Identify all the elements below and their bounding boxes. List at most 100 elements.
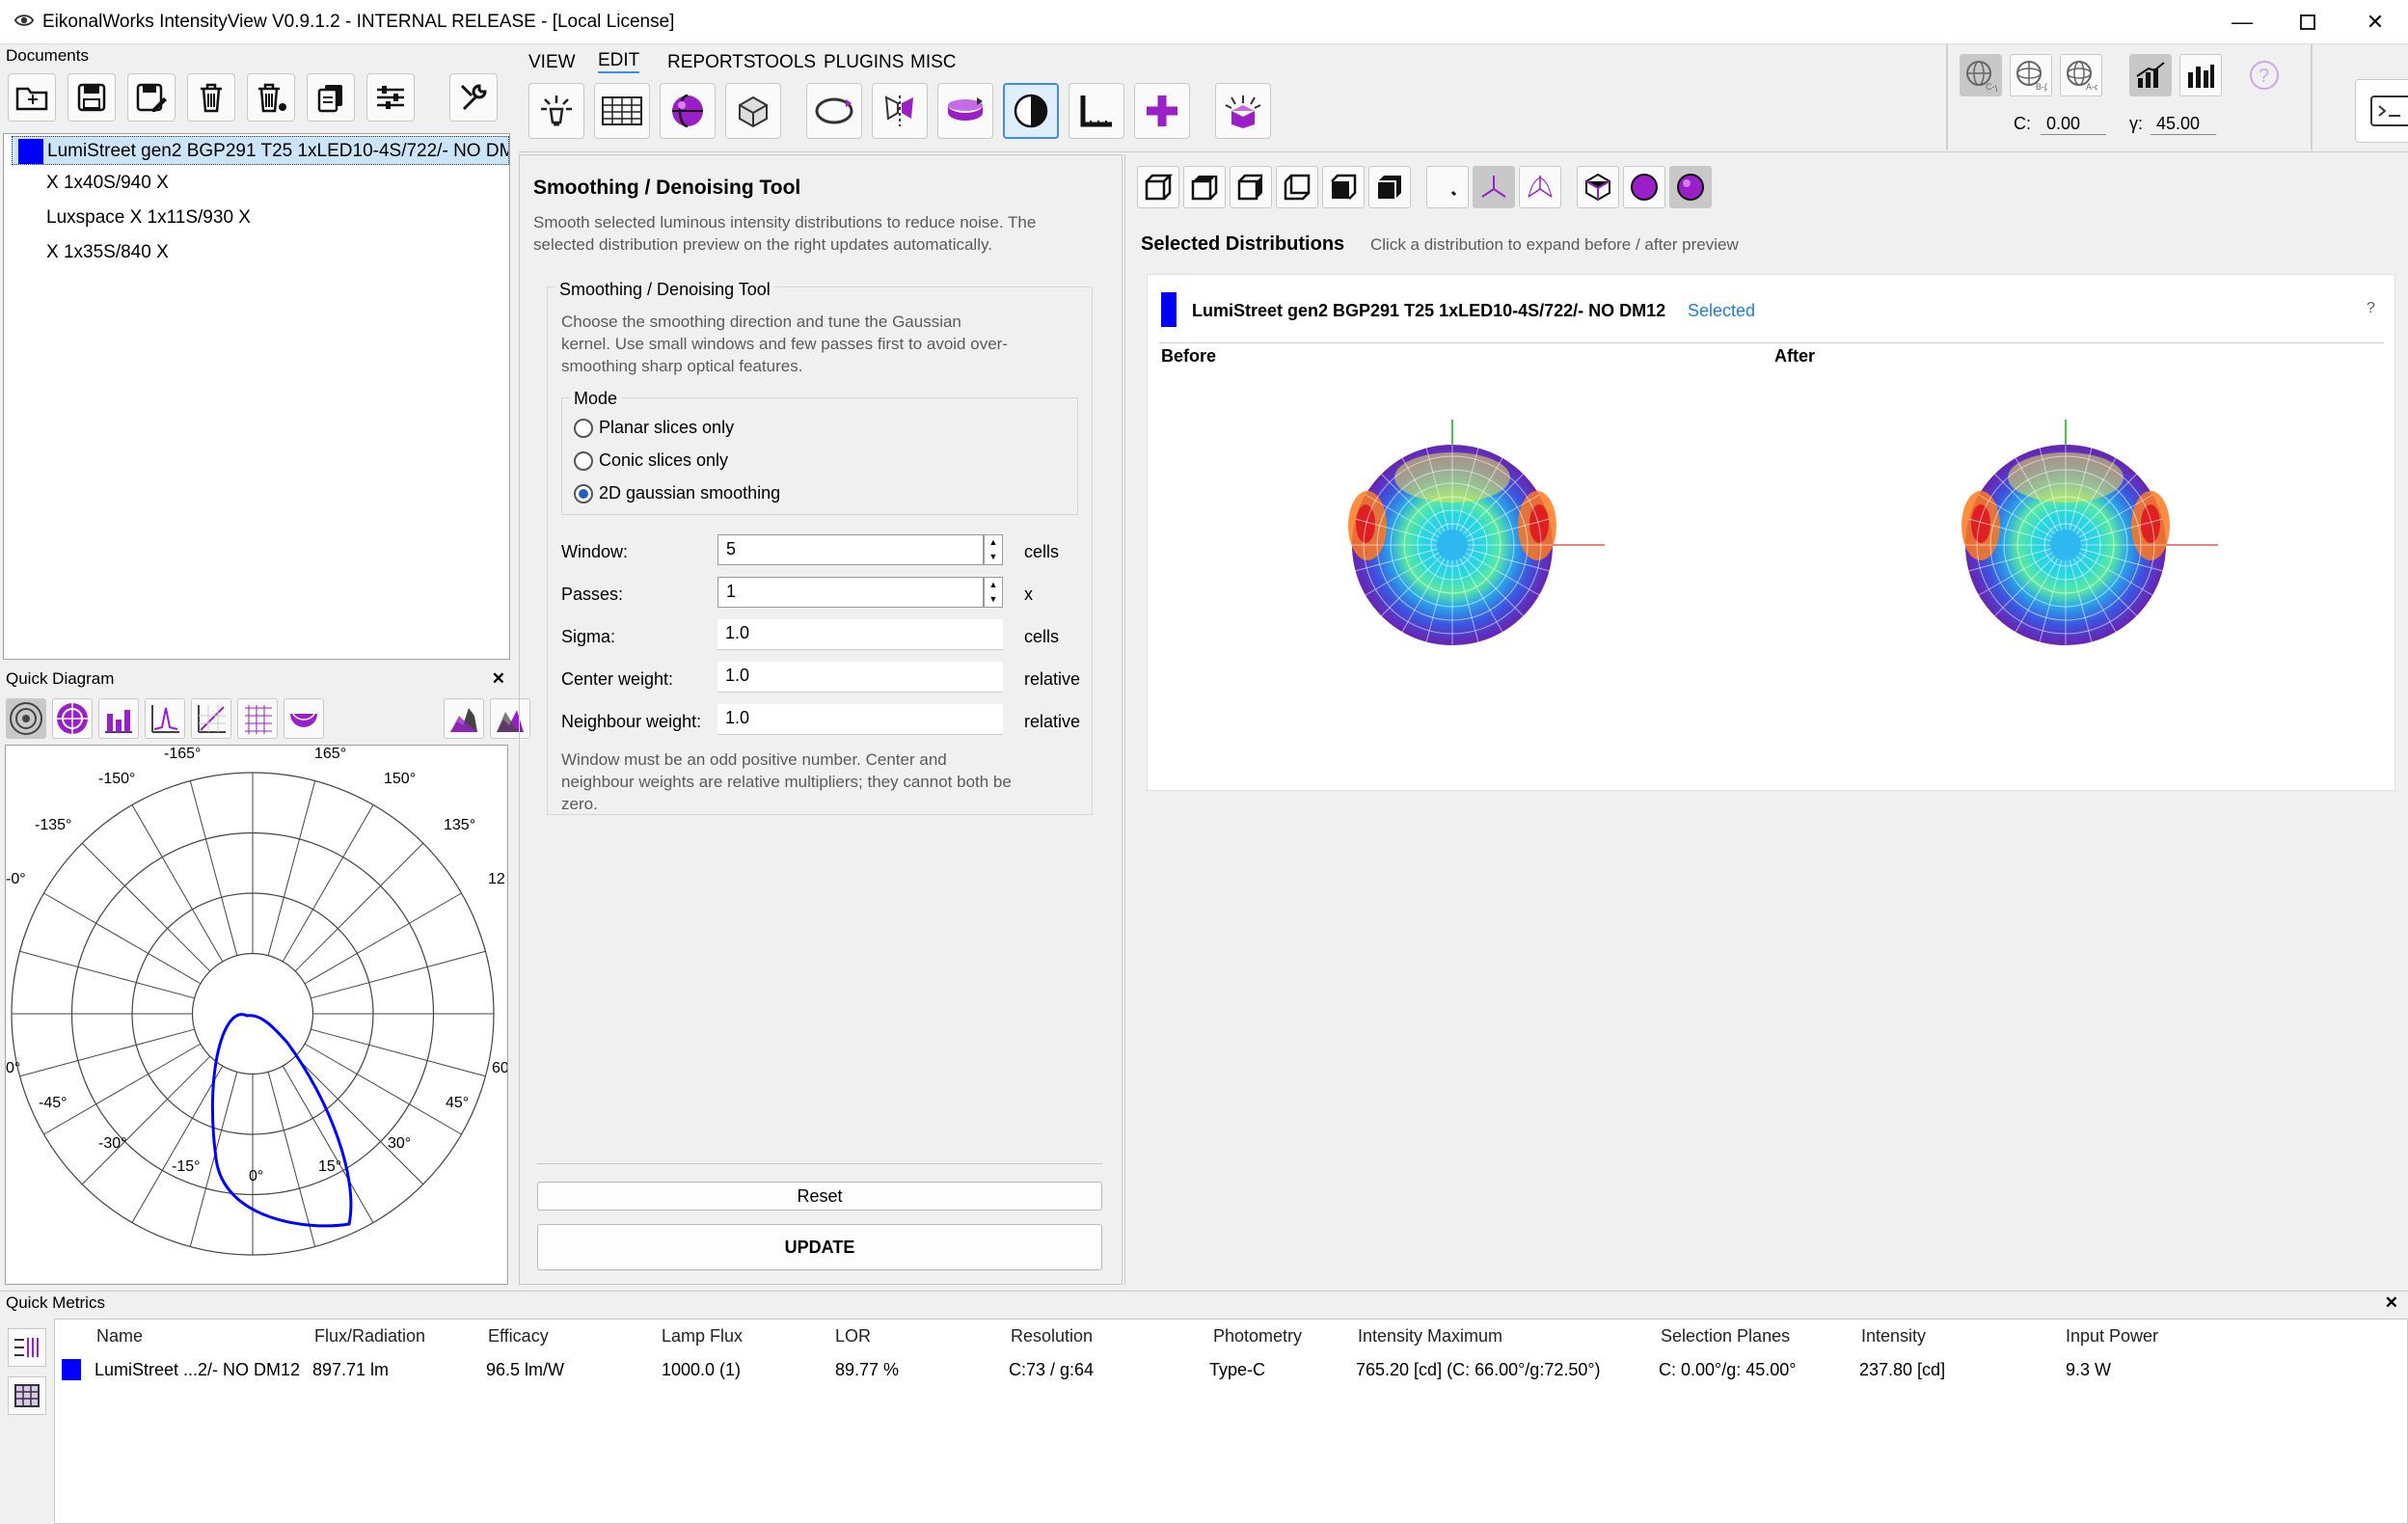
mirror-button[interactable]: [872, 83, 928, 139]
center-weight-input[interactable]: 1.0: [717, 662, 1003, 693]
help-button[interactable]: ?: [2243, 54, 2286, 96]
metric-cell[interactable]: 765.20 [cd] (C: 66.00°/g:72.50°): [1356, 1360, 1601, 1380]
tools-button[interactable]: [449, 73, 498, 122]
rotate-button[interactable]: [806, 83, 862, 139]
save-button[interactable]: [68, 73, 116, 122]
bowl-diagram-button[interactable]: [284, 698, 324, 739]
sigma-input[interactable]: 1.0: [717, 619, 1003, 650]
delete-all-button[interactable]: [247, 73, 295, 122]
solid-button[interactable]: [1623, 166, 1665, 208]
close-icon[interactable]: ✕: [492, 669, 505, 689]
view-top-button[interactable]: [1183, 166, 1226, 208]
radio-button[interactable]: [574, 450, 593, 471]
document-item[interactable]: X 1x35S/840 X: [46, 242, 169, 263]
view-side-button[interactable]: [1230, 166, 1272, 208]
minimize-button[interactable]: —: [2208, 0, 2276, 44]
table-button[interactable]: [594, 83, 650, 139]
chart-mode-button[interactable]: [2129, 54, 2172, 96]
view-front-button[interactable]: [1137, 166, 1179, 208]
c-coordinate-input[interactable]: 0.00: [2041, 114, 2106, 135]
metric-cell[interactable]: 237.80 [cd]: [1859, 1360, 1945, 1380]
metric-cell[interactable]: LumiStreet ...2/- NO DM12: [95, 1360, 300, 1380]
axes-button[interactable]: [1473, 166, 1515, 208]
metric-cell[interactable]: Type-C: [1209, 1360, 1265, 1380]
close-button[interactable]: ✕: [2341, 0, 2408, 44]
bar-diagram-button[interactable]: [98, 698, 139, 739]
menu-tools[interactable]: TOOLS: [754, 52, 816, 73]
column-header[interactable]: Name: [96, 1326, 143, 1347]
tilt-button[interactable]: [937, 83, 993, 139]
grid-diagram-button[interactable]: [237, 698, 278, 739]
wireframe-button[interactable]: [1577, 166, 1619, 208]
luminaire-button[interactable]: [528, 83, 584, 139]
smoothing-button[interactable]: [1003, 83, 1059, 139]
c-gamma-mode-button[interactable]: C-γ: [1960, 54, 2002, 96]
properties-button[interactable]: [366, 73, 415, 122]
pointer-button[interactable]: [1426, 166, 1469, 208]
list-view-button[interactable]: [8, 1328, 46, 1367]
document-item-selected[interactable]: LumiStreet gen2 BGP291 T25 1xLED10-4S/72…: [12, 136, 509, 165]
measure-button[interactable]: [1069, 83, 1124, 139]
shaded-button[interactable]: [1669, 166, 1712, 208]
document-item[interactable]: Luxspace X 1x11S/930 X: [46, 207, 251, 229]
b-beta-mode-button[interactable]: B-β: [2010, 54, 2052, 96]
bars-mode-button[interactable]: [2179, 54, 2222, 96]
column-header[interactable]: Selection Planes: [1661, 1326, 1790, 1347]
add-button[interactable]: [1134, 83, 1190, 139]
save-as-button[interactable]: [127, 73, 176, 122]
column-header[interactable]: Lamp Flux: [662, 1326, 743, 1347]
console-button[interactable]: [2355, 79, 2408, 143]
axes-outline-button[interactable]: [1519, 166, 1561, 208]
metric-cell[interactable]: 9.3 W: [2066, 1360, 2111, 1380]
isolux-diagram-button[interactable]: [52, 698, 93, 739]
passes-input[interactable]: 1: [717, 577, 984, 608]
mode-option[interactable]: Conic slices only: [574, 450, 728, 471]
passes-spinner[interactable]: ▲ ▼: [984, 577, 1003, 608]
radio-button[interactable]: [574, 418, 593, 438]
view-bottom-button[interactable]: [1322, 166, 1365, 208]
cumulative-diagram-button[interactable]: [191, 698, 231, 739]
document-item[interactable]: X 1x40S/940 X: [46, 173, 169, 194]
polar-diagram-button[interactable]: [6, 698, 46, 739]
reset-button[interactable]: Reset: [537, 1182, 1102, 1211]
metric-cell[interactable]: C: 0.00°/g: 45.00°: [1659, 1360, 1797, 1380]
window-input[interactable]: 5: [717, 534, 984, 565]
a-alpha-mode-button[interactable]: A-α: [2060, 54, 2102, 96]
metric-cell[interactable]: 897.71 lm: [312, 1360, 389, 1380]
radio-button[interactable]: [574, 483, 593, 503]
metric-cell[interactable]: C:73 / g:64: [1009, 1360, 1094, 1380]
menu-edit[interactable]: EDIT: [598, 50, 640, 73]
update-button[interactable]: UPDATE: [537, 1224, 1102, 1270]
metric-cell[interactable]: 96.5 lm/W: [486, 1360, 564, 1380]
delete-button[interactable]: [187, 73, 235, 122]
column-header[interactable]: Efficacy: [488, 1326, 549, 1347]
maximize-button[interactable]: [2274, 0, 2341, 44]
help-icon[interactable]: ?: [2367, 300, 2375, 317]
sphere-button[interactable]: [660, 83, 716, 139]
column-header[interactable]: Resolution: [1011, 1326, 1093, 1347]
mode-option[interactable]: Planar slices only: [574, 418, 734, 438]
metric-cell[interactable]: 1000.0 (1): [662, 1360, 741, 1380]
column-header[interactable]: LOR: [835, 1326, 871, 1347]
table-view-button[interactable]: [8, 1376, 46, 1415]
window-spinner[interactable]: ▲ ▼: [984, 534, 1003, 565]
package-button[interactable]: [1215, 83, 1271, 139]
column-header[interactable]: Intensity: [1861, 1326, 1926, 1347]
view-back-button[interactable]: [1276, 166, 1318, 208]
neighbour-weight-input[interactable]: 1.0: [717, 704, 1003, 735]
view-iso-button[interactable]: [1368, 166, 1411, 208]
close-icon[interactable]: ✕: [2385, 1293, 2398, 1313]
mode-option-selected[interactable]: 2D gaussian smoothing: [574, 483, 780, 503]
distribution-card[interactable]: LumiStreet gen2 BGP291 T25 1xLED10-4S/72…: [1147, 274, 2395, 791]
menu-plugins[interactable]: PLUGINS: [824, 52, 904, 73]
metric-cell[interactable]: 89.77 %: [835, 1360, 899, 1380]
menu-misc[interactable]: MISC: [910, 52, 957, 73]
open-folder-button[interactable]: [8, 73, 56, 122]
column-header[interactable]: Flux/Radiation: [314, 1326, 425, 1347]
column-header[interactable]: Intensity Maximum: [1358, 1326, 1502, 1347]
compare-diagram-button[interactable]: [444, 698, 484, 739]
gamma-coordinate-input[interactable]: 45.00: [2151, 114, 2216, 135]
column-header[interactable]: Photometry: [1213, 1326, 1302, 1347]
menu-reports[interactable]: REPORTS: [667, 52, 756, 73]
menu-view[interactable]: VIEW: [528, 52, 576, 73]
